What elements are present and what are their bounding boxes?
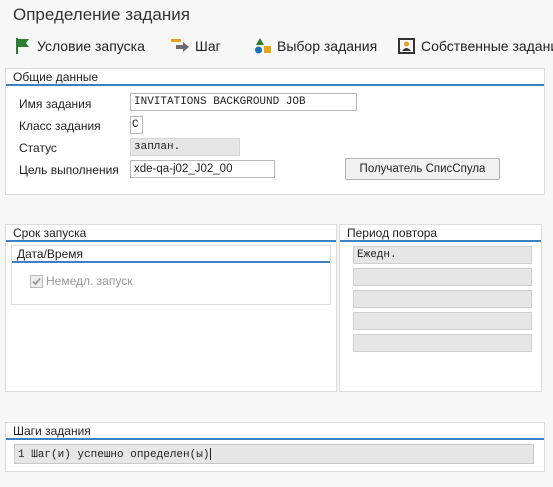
title-bar: Определение задания [0,0,553,30]
exec-target-field[interactable]: xde-qa-j02_J02_00 [130,160,275,178]
general-data-group: Общие данные Имя задания INVITATIONS BAC… [5,68,545,195]
immediate-start-label: Немедл. запуск [46,274,133,288]
repeat-period-row[interactable] [353,312,532,330]
flag-icon [16,38,29,54]
repeat-period-title: Период повтора [347,226,438,240]
job-class-label: Класс задания [19,119,101,133]
status-label: Статус [19,141,57,155]
user-card-icon [398,38,415,54]
date-time-title: Дата/Время [17,247,84,261]
job-steps-title: Шаги задания [13,424,91,438]
start-date-title: Срок запуска [13,226,87,240]
text-cursor [210,448,212,460]
job-steps-header: Шаги задания [6,423,544,440]
repeat-period-row[interactable] [353,334,532,352]
repeat-period-row[interactable] [353,268,532,286]
job-name-field[interactable]: INVITATIONS BACKGROUND JOB [130,93,357,111]
general-data-title: Общие данные [13,70,99,84]
start-condition-label: Условие запуска [37,38,145,54]
repeat-period-row[interactable]: Ежедн. [353,246,532,264]
status-field: заплан. [130,138,240,156]
job-selection-button[interactable]: Выбор задания [254,36,377,56]
steps-status-field: 1 Шаг(и) успешно определен(ы) [14,444,534,464]
spool-recipient-button[interactable]: Получатель СписСпула [345,158,500,180]
start-condition-button[interactable]: Условие запуска [14,36,145,56]
immediate-start-checkbox[interactable]: Немедл. запуск [30,274,132,288]
own-jobs-button[interactable]: Собственные задания [398,36,553,56]
job-selection-label: Выбор задания [277,38,378,54]
step-button[interactable]: Шаг [170,36,221,56]
checkbox-check-icon [30,274,43,288]
own-jobs-label: Собственные задания [421,38,553,54]
application-toolbar: Условие запуска Шаг Выбор задания Собств… [0,30,553,62]
job-steps-group: Шаги задания 1 Шаг(и) успешно определен(… [5,422,545,472]
step-arrow-icon [171,39,189,52]
steps-status-text: 1 Шаг(и) успешно определен(ы) [18,448,210,461]
start-date-group: Срок запуска Дата/Время Немедл. запуск [5,224,337,392]
general-data-header: Общие данные [6,69,544,86]
start-date-header: Срок запуска [6,225,336,242]
job-class-field[interactable]: C [130,116,143,134]
date-time-header: Дата/Время [12,246,330,263]
repeat-period-header: Период повтора [340,225,541,242]
exec-target-label: Цель выполнения [19,163,119,177]
repeat-period-row[interactable] [353,290,532,308]
date-time-subgroup: Дата/Время Немедл. запуск [11,245,331,305]
step-label: Шаг [195,38,221,54]
window-title: Определение задания [13,5,190,24]
shapes-icon [255,38,271,54]
job-name-label: Имя задания [19,97,92,111]
